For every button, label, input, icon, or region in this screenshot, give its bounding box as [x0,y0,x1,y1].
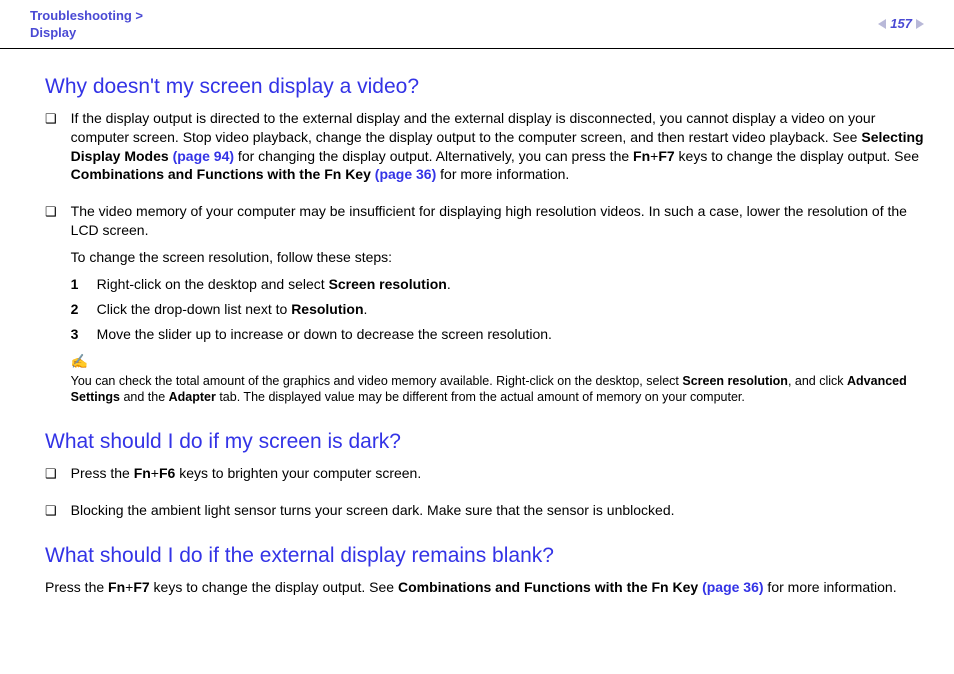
list-item: ❑ Blocking the ambient light sensor turn… [45,501,924,528]
paragraph: Press the Fn+F6 keys to brighten your co… [71,464,924,483]
breadcrumb-top: Troubleshooting > [30,8,143,25]
step-number: 1 [71,275,83,294]
note-text: You can check the total amount of the gr… [71,373,924,407]
prev-page-icon[interactable] [878,19,886,29]
list-item: ❑ Press the Fn+F6 keys to brighten your … [45,464,924,491]
step-row: 2 Click the drop-down list next to Resol… [71,300,924,319]
bullet-icon: ❑ [45,465,57,491]
breadcrumb: Troubleshooting > Display [30,8,143,42]
bullet-icon: ❑ [45,110,57,193]
page-link-36b[interactable]: (page 36) [702,579,763,595]
next-page-icon[interactable] [916,19,924,29]
list-item: ❑ The video memory of your computer may … [45,202,924,414]
content-area: Why doesn't my screen display a video? ❑… [0,49,954,615]
step-row: 1 Right-click on the desktop and select … [71,275,924,294]
page-link-36[interactable]: (page 36) [375,166,436,182]
bullet-body: The video memory of your computer may be… [71,202,924,414]
page-link-94[interactable]: (page 94) [173,148,234,164]
step-number: 3 [71,325,83,344]
step-row: 3 Move the slider up to increase or down… [71,325,924,344]
question-heading-2: What should I do if my screen is dark? [45,430,924,454]
step-text: Right-click on the desktop and select Sc… [97,275,451,294]
paragraph: Press the Fn+F7 keys to change the displ… [45,578,924,597]
question-heading-3: What should I do if the external display… [45,544,924,568]
steps-list: 1 Right-click on the desktop and select … [71,275,924,344]
paragraph: Blocking the ambient light sensor turns … [71,501,924,520]
question-heading-1: Why doesn't my screen display a video? [45,75,924,99]
breadcrumb-bottom: Display [30,25,143,42]
bullet-body: Press the Fn+F6 keys to brighten your co… [71,464,924,491]
list-item: ❑ If the display output is directed to t… [45,109,924,193]
note-icon: ✍ [71,352,924,371]
bullet-body: Blocking the ambient light sensor turns … [71,501,924,528]
step-number: 2 [71,300,83,319]
page-nav: 157 [878,8,924,31]
page-header: Troubleshooting > Display 157 [0,0,954,49]
page-number: 157 [890,16,912,31]
paragraph: The video memory of your computer may be… [71,202,924,240]
step-text: Move the slider up to increase or down t… [97,325,552,344]
paragraph: To change the screen resolution, follow … [71,248,924,267]
paragraph: If the display output is directed to the… [71,109,924,185]
bullet-icon: ❑ [45,502,57,528]
step-text: Click the drop-down list next to Resolut… [97,300,368,319]
bullet-icon: ❑ [45,203,57,414]
bullet-body: If the display output is directed to the… [71,109,924,193]
